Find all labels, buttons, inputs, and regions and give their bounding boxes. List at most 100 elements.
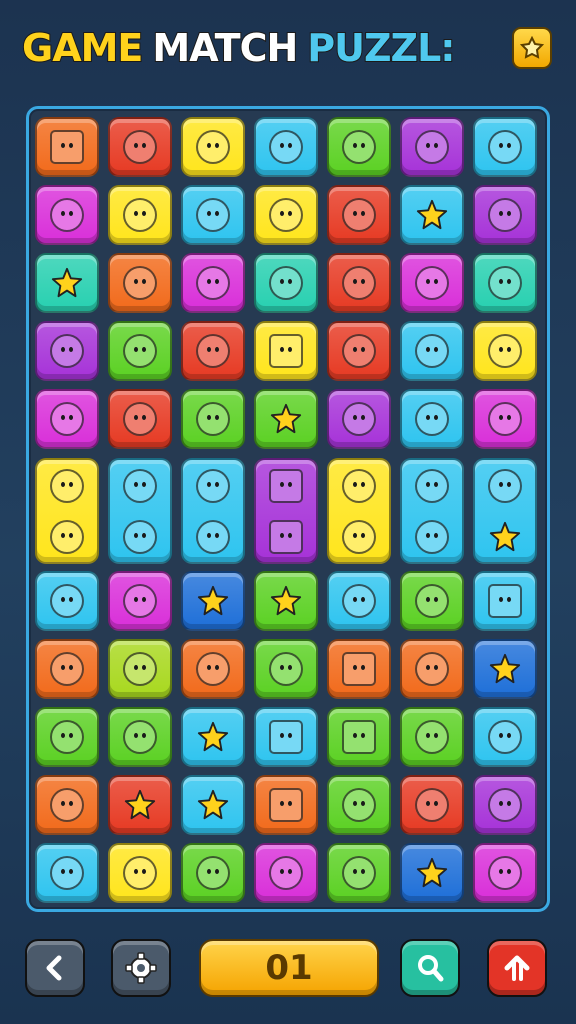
tile[interactable] (181, 321, 245, 381)
tile[interactable] (473, 571, 537, 631)
tile[interactable] (400, 775, 464, 835)
tile[interactable] (400, 117, 464, 177)
tile[interactable] (35, 707, 99, 767)
tile[interactable] (400, 571, 464, 631)
tile[interactable] (473, 117, 537, 177)
tile[interactable] (181, 639, 245, 699)
tile[interactable] (400, 185, 464, 245)
tile[interactable] (181, 389, 245, 449)
cat-icon (342, 198, 376, 232)
star-icon (196, 720, 230, 754)
tile[interactable] (473, 253, 537, 313)
tile[interactable] (108, 117, 172, 177)
heart-icon (342, 266, 376, 300)
tile[interactable] (254, 571, 318, 631)
tile[interactable] (108, 707, 172, 767)
tile[interactable] (327, 707, 391, 767)
tile[interactable] (327, 639, 391, 699)
tile[interactable] (181, 571, 245, 631)
tile[interactable] (35, 775, 99, 835)
tile[interactable] (35, 458, 99, 564)
tile[interactable] (108, 775, 172, 835)
tile[interactable] (473, 389, 537, 449)
tile[interactable] (108, 639, 172, 699)
tile[interactable] (254, 117, 318, 177)
tile[interactable] (400, 707, 464, 767)
tile[interactable] (254, 389, 318, 449)
tile[interactable] (327, 185, 391, 245)
tile[interactable] (327, 321, 391, 381)
tile[interactable] (327, 571, 391, 631)
tile[interactable] (108, 389, 172, 449)
egg-icon (196, 468, 230, 503)
tile[interactable] (35, 185, 99, 245)
tile[interactable] (181, 253, 245, 313)
tile[interactable] (181, 117, 245, 177)
note-icon (342, 720, 376, 754)
tile[interactable] (108, 843, 172, 903)
hint-button[interactable] (400, 939, 460, 997)
title-part-game: GAME (21, 25, 144, 71)
tile[interactable] (473, 843, 537, 903)
tile[interactable] (473, 185, 537, 245)
tile[interactable] (35, 253, 99, 313)
tile[interactable] (254, 253, 318, 313)
grid-icon (269, 720, 303, 754)
menu-button[interactable] (512, 27, 552, 69)
tile[interactable] (473, 707, 537, 767)
tile[interactable] (327, 253, 391, 313)
tile[interactable] (254, 458, 318, 564)
tile[interactable] (108, 458, 172, 564)
boost-button[interactable] (487, 939, 547, 997)
tile[interactable] (254, 843, 318, 903)
tile[interactable] (254, 639, 318, 699)
tile[interactable] (108, 321, 172, 381)
tile[interactable] (254, 185, 318, 245)
tile[interactable] (181, 185, 245, 245)
bomb-icon (123, 130, 157, 164)
balloon-icon (196, 334, 230, 368)
fish-icon (488, 720, 522, 754)
tile[interactable] (108, 571, 172, 631)
tile[interactable] (35, 117, 99, 177)
tile[interactable] (400, 843, 464, 903)
tile[interactable] (400, 389, 464, 449)
blob-icon (196, 130, 230, 164)
tile[interactable] (400, 458, 464, 564)
back-button[interactable] (25, 939, 85, 997)
tile[interactable] (473, 639, 537, 699)
tile[interactable] (35, 571, 99, 631)
face-icon (50, 788, 84, 822)
tile[interactable] (327, 458, 391, 564)
tile[interactable] (473, 321, 537, 381)
settings-button[interactable] (111, 939, 171, 997)
cat-icon (488, 402, 522, 436)
tile[interactable] (400, 639, 464, 699)
tile[interactable] (327, 775, 391, 835)
tile[interactable] (327, 843, 391, 903)
tile[interactable] (254, 321, 318, 381)
tile[interactable] (108, 253, 172, 313)
face-icon (488, 856, 522, 890)
tile[interactable] (35, 321, 99, 381)
swirl-icon (123, 652, 157, 686)
tile[interactable] (400, 321, 464, 381)
tile[interactable] (35, 389, 99, 449)
sun-icon (342, 130, 376, 164)
tile[interactable] (327, 117, 391, 177)
tile[interactable] (473, 775, 537, 835)
fox-icon (269, 266, 303, 300)
tile[interactable] (181, 843, 245, 903)
tile[interactable] (35, 843, 99, 903)
tile[interactable] (181, 458, 245, 564)
tile[interactable] (400, 253, 464, 313)
tile[interactable] (108, 185, 172, 245)
tile[interactable] (35, 639, 99, 699)
tile[interactable] (254, 775, 318, 835)
tile[interactable] (181, 707, 245, 767)
tile[interactable] (327, 389, 391, 449)
tile[interactable] (181, 775, 245, 835)
face-icon (415, 584, 449, 618)
tile[interactable] (473, 458, 537, 564)
tile[interactable] (254, 707, 318, 767)
